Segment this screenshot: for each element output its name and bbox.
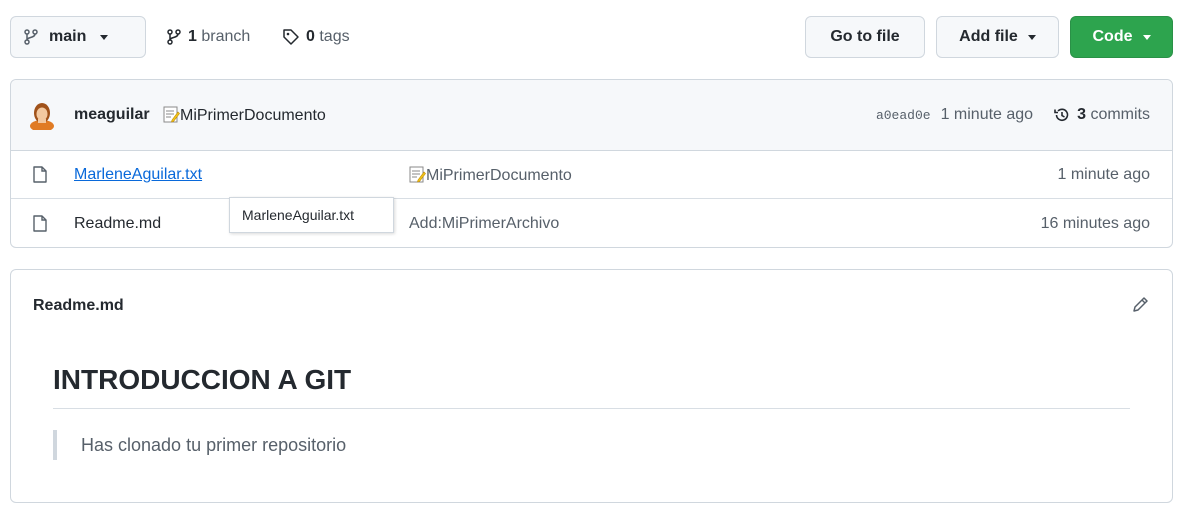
git-branch-icon [24, 29, 38, 45]
branch-selector-button[interactable]: main [10, 16, 146, 58]
file-icon [33, 166, 47, 183]
add-file-label: Add file [959, 28, 1018, 45]
commits-text: commits [1090, 106, 1150, 123]
code-button[interactable]: Code [1070, 16, 1173, 58]
file-name-link[interactable]: Readme.md [74, 215, 161, 233]
file-icon [33, 215, 47, 232]
tag-count: 0 [306, 28, 315, 45]
file-name-link[interactable]: MarleneAguilar.txt [74, 166, 202, 184]
file-list: meaguilar MiPrimerDocumento a0ead0e 1 mi… [10, 79, 1173, 248]
commit-meta: a0ead0e 1 minute ago 3 commits [876, 106, 1150, 124]
file-row: Readme.md Add:MiPrimerArchivo 16 minutes… [11, 200, 1172, 248]
readme-filename: Readme.md [33, 297, 124, 314]
go-to-file-button[interactable]: Go to file [805, 16, 925, 58]
tag-icon [283, 29, 299, 45]
readme-panel: Readme.md INTRODUCCION A GIT Has clonado… [10, 269, 1173, 503]
git-branch-icon [167, 29, 181, 45]
history-icon [1054, 108, 1069, 122]
heading-divider [53, 408, 1130, 409]
chevron-down-icon [100, 34, 109, 40]
commit-sha[interactable]: a0ead0e [876, 108, 931, 123]
branch-label: main [49, 28, 87, 45]
readme-blockquote: Has clonado tu primer repositorio [53, 430, 346, 460]
file-commit-message[interactable]: Add:MiPrimerArchivo [409, 215, 559, 233]
commit-author[interactable]: meaguilar [74, 106, 150, 124]
latest-commit-bar: meaguilar MiPrimerDocumento a0ead0e 1 mi… [11, 80, 1172, 151]
commit-message-text: MiPrimerDocumento [180, 107, 326, 124]
add-file-button[interactable]: Add file [936, 16, 1059, 58]
repo-toolbar: main 1 branch 0 tags Go to file Add file… [10, 16, 1173, 58]
avatar[interactable] [29, 102, 55, 130]
memo-icon [163, 106, 180, 123]
tags-link[interactable]: 0 tags [282, 16, 350, 58]
commits-count: 3 [1077, 106, 1086, 123]
filename-tooltip: MarleneAguilar.txt [229, 197, 394, 233]
pencil-icon[interactable] [1130, 295, 1150, 315]
tag-text: tags [319, 28, 350, 45]
chevron-down-icon [1027, 34, 1036, 40]
branch-count: 1 [188, 28, 197, 45]
file-commit-text: MiPrimerDocumento [426, 167, 572, 184]
file-commit-time: 1 minute ago [1057, 166, 1150, 183]
branch-text: branch [201, 28, 251, 45]
readme-heading: INTRODUCCION A GIT [53, 364, 352, 395]
branches-link[interactable]: 1 branch [166, 16, 250, 58]
go-to-file-label: Go to file [830, 28, 900, 45]
code-label: Code [1092, 28, 1133, 45]
chevron-down-icon [1142, 34, 1151, 40]
commit-message[interactable]: MiPrimerDocumento [163, 106, 326, 125]
memo-icon [409, 166, 426, 183]
file-commit-message[interactable]: MiPrimerDocumento [409, 166, 572, 185]
commits-link[interactable]: 3 commits [1053, 106, 1150, 124]
file-commit-time: 16 minutes ago [1040, 215, 1150, 232]
commit-time: 1 minute ago [940, 106, 1034, 123]
file-row: MarleneAguilar.txt MiPrimerDocumento 1 m… [11, 151, 1172, 199]
